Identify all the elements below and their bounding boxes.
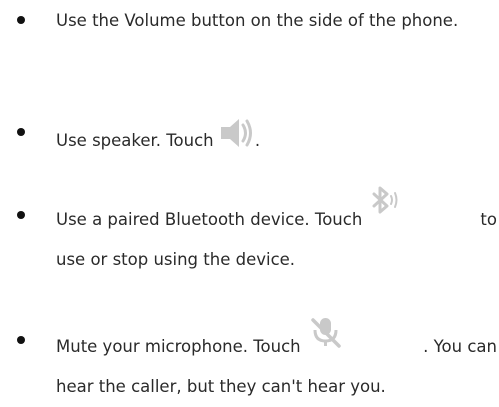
list-item-text: Mute your microphone. Touch . You can he… <box>56 318 497 407</box>
speaker-instruction: Use speaker. Touch <box>56 131 214 150</box>
mute-microphone-icon <box>309 316 343 348</box>
bullet-icon <box>17 128 25 136</box>
bullet-icon <box>17 16 25 24</box>
bullet-icon <box>17 211 25 219</box>
bluetooth-audio-icon <box>370 185 400 215</box>
mute-instruction-continued: hear the caller, but they can't hear you… <box>56 377 386 396</box>
mute-instruction-you-can: . You can <box>423 337 497 356</box>
list-item-text: Use a paired Bluetooth device. Touch to … <box>56 186 497 280</box>
bullet-icon <box>17 336 25 344</box>
bluetooth-instruction-to: to <box>480 210 497 229</box>
list-item-text: Use speaker. Touch . <box>56 112 497 161</box>
speaker-instruction-end: . <box>254 131 261 150</box>
volume-instruction: Use the Volume button on the side of the… <box>56 11 459 30</box>
bluetooth-instruction-continued: use or stop using the device. <box>56 250 296 269</box>
bluetooth-instruction: Use a paired Bluetooth device. Touch <box>56 210 363 229</box>
speaker-icon <box>219 116 255 150</box>
instruction-document: Use the Volume button on the side of the… <box>0 0 499 402</box>
mute-instruction: Mute your microphone. Touch <box>56 337 301 356</box>
list-item-text: Use the Volume button on the side of the… <box>56 1 497 41</box>
